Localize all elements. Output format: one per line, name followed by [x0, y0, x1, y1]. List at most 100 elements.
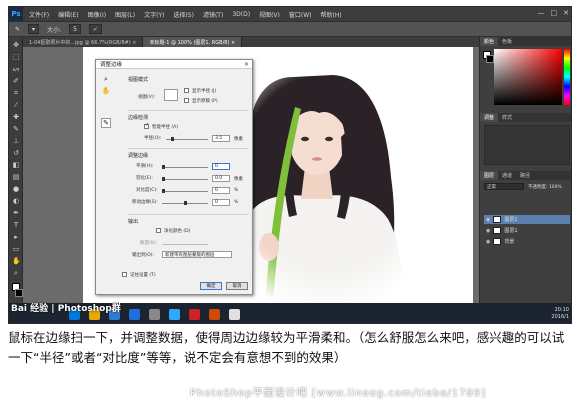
- zoom-tool-icon[interactable]: ⌕: [12, 269, 20, 277]
- ok-button[interactable]: 确定: [200, 282, 222, 290]
- menu-view[interactable]: 视图(V): [259, 10, 280, 19]
- remember-settings-label: 记住设置 (T): [130, 273, 156, 278]
- shift-edge-slider[interactable]: [162, 201, 208, 205]
- radius-slider[interactable]: [166, 137, 208, 141]
- eye-icon[interactable]: ◉: [486, 228, 490, 234]
- options-bar: ✎ ▾ 大小: 5 ✓: [9, 21, 571, 37]
- menu-file[interactable]: 文件(F): [29, 10, 49, 19]
- smart-radius-checkbox[interactable]: [144, 122, 149, 129]
- shape-tool-icon[interactable]: ▭: [12, 245, 20, 253]
- tab-paths[interactable]: 路径: [516, 171, 534, 180]
- menu-type[interactable]: 文字(Y): [144, 10, 164, 19]
- divider: [128, 148, 248, 149]
- tab-swatches[interactable]: 色板: [498, 37, 516, 46]
- view-mode-thumbnail[interactable]: [164, 89, 178, 101]
- feather-field[interactable]: 0.0: [212, 175, 230, 182]
- divider: [128, 214, 248, 215]
- task-icon-photoshop[interactable]: [169, 308, 180, 320]
- tab-styles[interactable]: 样式: [498, 113, 516, 122]
- baidu-watermark: Bai 经验 | Photoshop群: [11, 304, 121, 314]
- tab-adjustments[interactable]: 调整: [480, 113, 499, 122]
- menu-select[interactable]: 选择(S): [173, 10, 194, 19]
- quick-select-tool-icon[interactable]: ✐: [12, 77, 20, 85]
- radius-field[interactable]: 3.5: [212, 135, 230, 142]
- hand-tool-icon[interactable]: ✋: [12, 257, 21, 265]
- contrast-slider[interactable]: [162, 189, 208, 193]
- shift-edge-field[interactable]: 0: [212, 199, 230, 206]
- tab-channels[interactable]: 通道: [498, 171, 516, 180]
- show-original-checkbox[interactable]: [184, 98, 189, 103]
- photoshop-screenshot: Ps 文件(F) 编辑(E) 图像(I) 图层(L) 文字(Y) 选择(S) 滤…: [8, 6, 572, 324]
- close-icon[interactable]: ✕: [563, 9, 569, 17]
- stamp-tool-icon[interactable]: ⊥: [12, 137, 20, 145]
- background-color-swatch[interactable]: [15, 289, 23, 297]
- blend-mode-select[interactable]: 正常: [484, 183, 524, 190]
- lasso-tool-icon[interactable]: ᔕ: [12, 65, 20, 73]
- decontaminate-checkbox[interactable]: [156, 228, 161, 233]
- task-icon-word[interactable]: [129, 308, 140, 320]
- doc-tab-photo[interactable]: 1-04抠取照片中的...jpg @ 66.7%(RGB/8#) ×: [23, 37, 144, 47]
- gradient-tool-icon[interactable]: ▤: [12, 173, 20, 181]
- doc-tab-untitled[interactable]: 未标题-1 @ 100% (图层1, RGB/8) ×: [143, 37, 243, 47]
- amount-slider: [162, 244, 208, 245]
- feather-slider[interactable]: [162, 177, 208, 181]
- layers-panel-tabs: 图层 通道 路径: [480, 171, 571, 180]
- hand-icon[interactable]: ✋: [101, 86, 111, 96]
- contrast-field[interactable]: 0: [212, 187, 230, 194]
- option-toggle[interactable]: ✓: [88, 24, 102, 34]
- menu-edit[interactable]: 编辑(E): [58, 10, 78, 19]
- hue-slider[interactable]: [564, 49, 570, 105]
- maximize-icon[interactable]: □: [551, 9, 558, 17]
- smooth-slider[interactable]: [162, 165, 208, 169]
- opacity-field[interactable]: 不透明度: 100%: [528, 184, 562, 190]
- menu-layer[interactable]: 图层(L): [115, 10, 135, 19]
- brush-tool-icon[interactable]: ✎: [12, 125, 20, 133]
- show-radius-checkbox[interactable]: [184, 88, 189, 93]
- layer-row[interactable]: ◉ 图层1: [484, 215, 570, 224]
- tab-layers[interactable]: 图层: [480, 171, 499, 180]
- menu-3d[interactable]: 3D(D): [232, 11, 250, 18]
- task-icon-powerpoint[interactable]: [209, 308, 220, 320]
- marquee-tool-icon[interactable]: ⬚: [12, 53, 20, 61]
- tab-color[interactable]: 颜色: [480, 37, 499, 46]
- output-section: 输出: [128, 219, 139, 225]
- layer-row[interactable]: ◉ 背景: [484, 237, 570, 246]
- eye-icon[interactable]: ◉: [486, 239, 490, 245]
- path-select-tool-icon[interactable]: ▸: [12, 233, 20, 241]
- output-to-select[interactable]: 新建带有图层蒙版的图层: [162, 251, 232, 258]
- eyedropper-tool-icon[interactable]: ⁄: [12, 101, 20, 109]
- menu-help[interactable]: 帮助(H): [321, 10, 342, 19]
- color-picker-field[interactable]: [494, 49, 562, 105]
- zoom-icon[interactable]: ⌕: [101, 74, 111, 84]
- brush-tool-icon[interactable]: ✎: [15, 26, 20, 33]
- close-icon[interactable]: ✕: [244, 61, 249, 68]
- eraser-tool-icon[interactable]: ◧: [12, 161, 20, 169]
- task-icon-netease[interactable]: [189, 308, 200, 320]
- minimize-icon[interactable]: —: [538, 9, 545, 17]
- panel-background-swatch[interactable]: [486, 55, 494, 63]
- dodge-tool-icon[interactable]: ◐: [12, 197, 20, 205]
- pen-tool-icon[interactable]: ✒: [12, 209, 20, 217]
- menu-image[interactable]: 图像(I): [88, 10, 106, 19]
- move-tool-icon[interactable]: ✥: [12, 41, 20, 49]
- layer-row[interactable]: ◉ 图层1: [484, 226, 570, 235]
- healing-tool-icon[interactable]: ✚: [12, 113, 20, 121]
- clock-time: 20:10: [554, 307, 569, 313]
- type-tool-icon[interactable]: T: [12, 221, 20, 229]
- refine-radius-brush-icon[interactable]: ✎: [101, 118, 111, 128]
- smooth-field[interactable]: 0: [212, 163, 230, 170]
- size-field[interactable]: 5: [69, 24, 81, 34]
- history-brush-tool-icon[interactable]: ↺: [12, 149, 20, 157]
- menu-filter[interactable]: 滤镜(T): [203, 10, 223, 19]
- eye-icon[interactable]: ◉: [486, 217, 490, 223]
- brush-preset-picker[interactable]: ▾: [28, 24, 40, 34]
- smart-radius-label: 智能半径 (A): [152, 125, 179, 130]
- contrast-label: 对比度(C):: [136, 188, 158, 193]
- crop-tool-icon[interactable]: ⌗: [12, 89, 20, 97]
- cancel-button[interactable]: 取消: [226, 282, 248, 290]
- blur-tool-icon[interactable]: ●: [12, 185, 20, 193]
- remember-settings-checkbox[interactable]: [122, 272, 127, 277]
- menu-window[interactable]: 窗口(W): [289, 10, 312, 19]
- task-icon-app[interactable]: [149, 308, 160, 320]
- task-icon-misc[interactable]: [229, 308, 240, 320]
